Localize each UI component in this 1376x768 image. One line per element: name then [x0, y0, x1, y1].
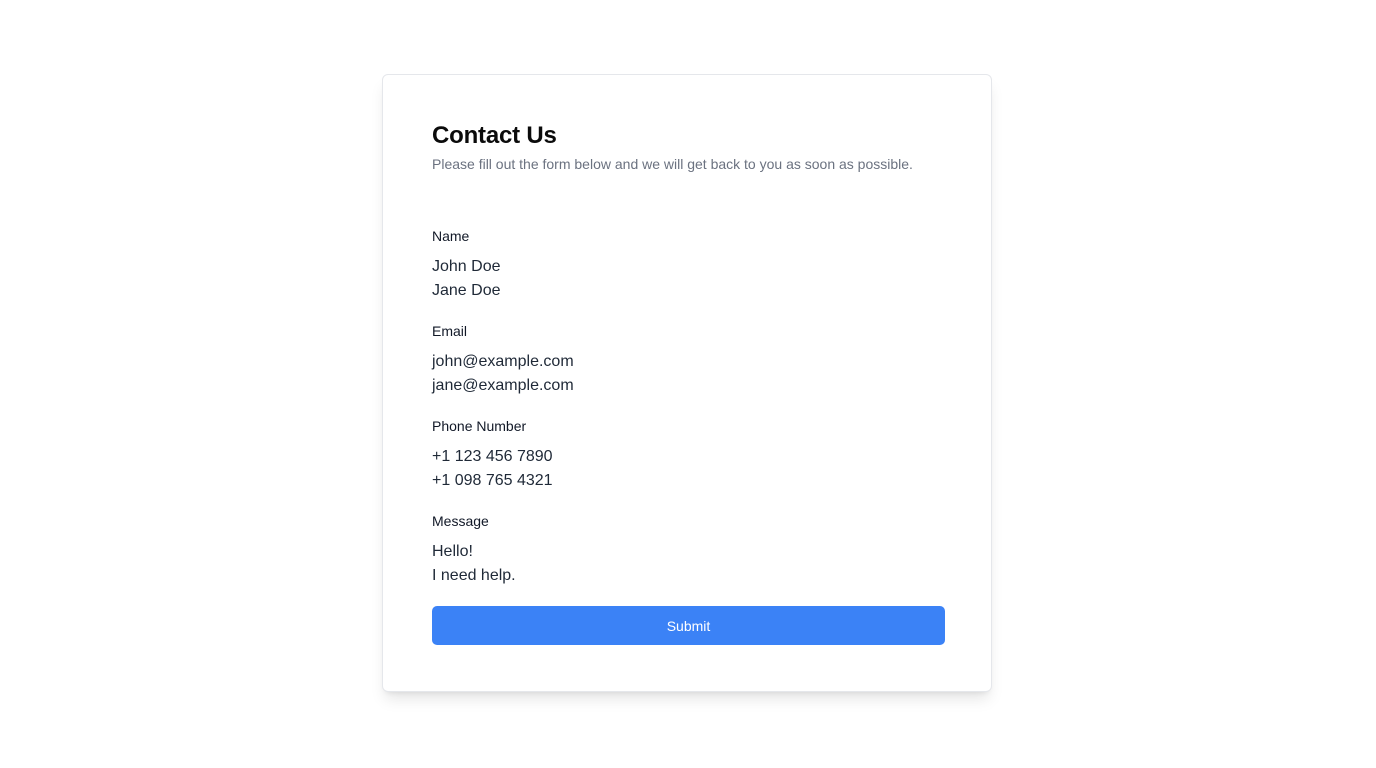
phone-value-2: +1 098 765 4321 — [432, 472, 553, 489]
submit-button[interactable]: Submit — [432, 606, 945, 645]
email-value-1: john@example.com — [432, 353, 574, 370]
email-value-2: jane@example.com — [432, 377, 574, 394]
form-content: Contact Us Please fill out the form belo… — [432, 122, 945, 606]
phone-label: Phone Number — [432, 418, 527, 434]
phone-field: Phone Number +1 123 456 7890 +1 098 765 … — [432, 416, 945, 493]
email-values[interactable]: john@example.com jane@example.com — [432, 350, 945, 398]
message-label: Message — [432, 513, 489, 529]
phone-value-1: +1 123 456 7890 — [432, 448, 553, 465]
message-value-1: Hello! — [432, 543, 473, 560]
page-title: Contact Us — [432, 122, 557, 149]
message-field: Message Hello! I need help. — [432, 511, 945, 588]
form-fields: Name John Doe Jane Doe Email john@exampl… — [432, 226, 945, 588]
email-field: Email john@example.com jane@example.com — [432, 321, 945, 398]
name-value-2: Jane Doe — [432, 282, 501, 299]
contact-form-card: Contact Us Please fill out the form belo… — [382, 74, 992, 692]
phone-values[interactable]: +1 123 456 7890 +1 098 765 4321 — [432, 445, 945, 493]
email-label: Email — [432, 323, 468, 339]
message-value-2: I need help. — [432, 567, 516, 584]
form-subtitle: Please fill out the form below and we wi… — [432, 156, 913, 172]
message-values[interactable]: Hello! I need help. — [432, 540, 945, 588]
name-field: Name John Doe Jane Doe — [432, 226, 945, 303]
name-values[interactable]: John Doe Jane Doe — [432, 255, 945, 303]
name-value-1: John Doe — [432, 258, 501, 275]
name-label: Name — [432, 228, 470, 244]
